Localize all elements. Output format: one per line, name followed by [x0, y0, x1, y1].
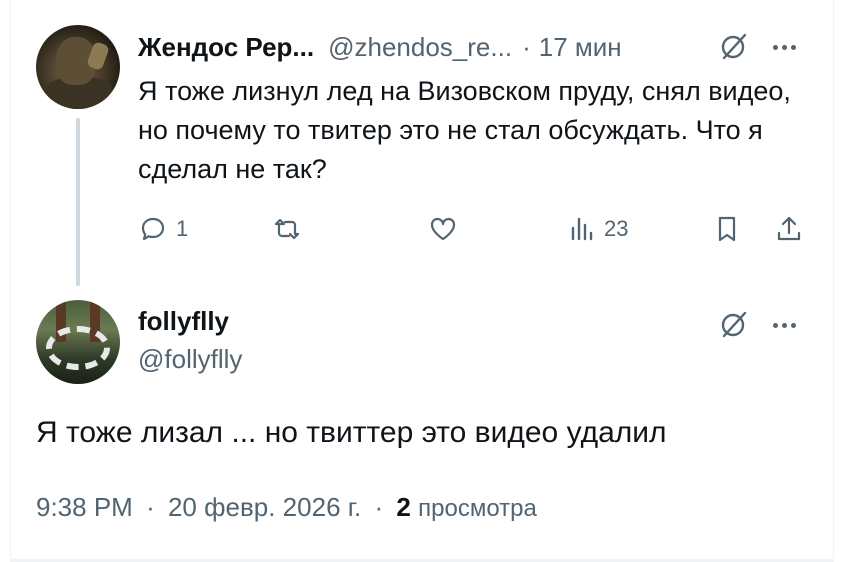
views-count: 23 — [604, 216, 629, 241]
views-icon — [571, 217, 593, 241]
author-handle[interactable]: @follyflly — [138, 344, 242, 375]
reply-count: 1 — [176, 216, 189, 241]
grok-icon[interactable] — [718, 310, 748, 340]
views-button[interactable]: 23 — [566, 214, 628, 244]
grok-icon[interactable] — [718, 32, 748, 62]
tweet-meta: 9:38 PM · 20 февр. 2026 г. · 2 просмотра — [36, 492, 537, 523]
tweet-text: Я тоже лизнул лед на Визовском пруду, сн… — [138, 76, 791, 184]
timestamp[interactable]: 17 мин — [539, 32, 622, 63]
reply-header: Жендос Реp... @zhendos_re... · 17 мин — [138, 30, 622, 64]
avatar[interactable] — [36, 300, 120, 384]
retweet-icon — [274, 218, 300, 240]
reply-button[interactable]: 1 — [138, 214, 188, 244]
views-label: просмотра — [418, 495, 537, 522]
share-icon — [777, 216, 801, 241]
separator-dot: · — [374, 492, 384, 522]
author-name[interactable]: follyflly — [138, 306, 229, 337]
like-icon — [430, 217, 456, 241]
more-icon[interactable] — [766, 32, 802, 62]
more-icon[interactable] — [766, 310, 802, 340]
reply-icon — [141, 217, 165, 241]
views-count[interactable]: 2 — [396, 492, 410, 522]
bookmark-button[interactable] — [712, 214, 742, 244]
retweet-button[interactable] — [272, 214, 310, 244]
author-name[interactable]: Жендос Реp... — [138, 32, 314, 63]
tweet-text: Я тоже лизал ... но твиттер это видео уд… — [36, 416, 667, 449]
avatar[interactable] — [36, 25, 120, 109]
share-button[interactable] — [774, 214, 804, 244]
tweet-time[interactable]: 9:38 PM — [36, 492, 133, 522]
action-bar: 1 23 — [138, 214, 818, 254]
separator-dot: · — [146, 492, 155, 522]
like-button[interactable] — [428, 214, 466, 244]
separator-dot: · — [522, 31, 531, 62]
tweet-date[interactable]: 20 февр. 2026 г. — [168, 492, 361, 522]
bookmark-icon — [718, 216, 736, 242]
thread-line — [76, 118, 80, 286]
author-handle[interactable]: @zhendos_re... — [328, 32, 512, 63]
